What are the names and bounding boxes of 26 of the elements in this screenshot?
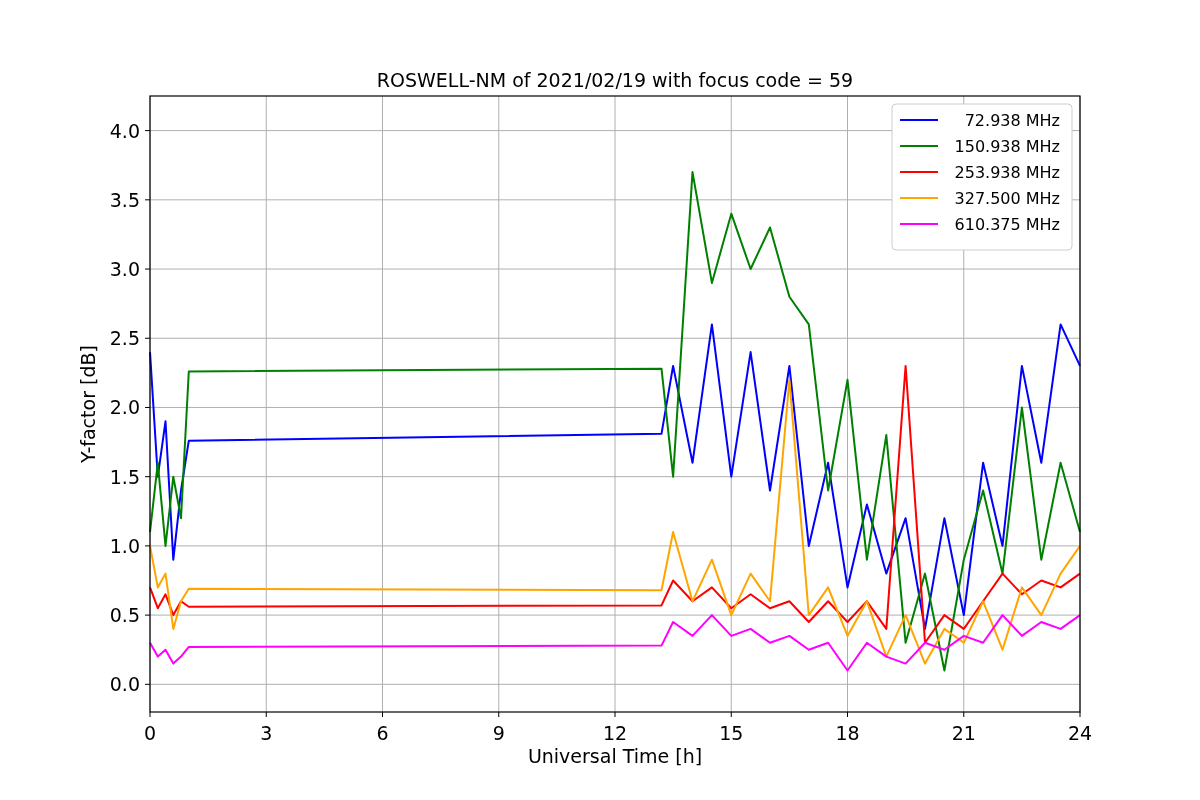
- tick-label: 0: [143, 722, 157, 744]
- tick-label: 1.5: [109, 465, 140, 488]
- tick-label: 18: [835, 722, 860, 744]
- legend-label: 327.500 MHz: [954, 189, 1060, 208]
- legend-label: 150.938 MHz: [954, 137, 1060, 156]
- tick-label: 3: [260, 722, 273, 744]
- axis-label: Y-factor [dB]: [77, 345, 99, 463]
- tick-label: 2.5: [109, 327, 140, 350]
- tick-label: 21: [951, 722, 976, 744]
- legend-label: 610.375 MHz: [954, 215, 1060, 234]
- tick-label: 0.5: [109, 604, 140, 627]
- legend-label: 253.938 MHz: [954, 163, 1060, 182]
- tick-label: 0.0: [109, 673, 140, 696]
- tick-label: 15: [719, 722, 744, 744]
- tick-label: 2.0: [109, 396, 140, 419]
- tick-label: 3.0: [109, 258, 140, 281]
- tick-label: 6: [376, 722, 389, 744]
- tick-label: 1.0: [109, 534, 140, 557]
- tick-label: 9: [492, 722, 505, 744]
- tick-label: 3.5: [109, 188, 140, 211]
- tick-label: 4.0: [109, 119, 140, 142]
- chart-title: ROSWELL-NM of 2021/02/19 with focus code = 59: [376, 69, 854, 91]
- axis-label: Universal Time [h]: [527, 745, 703, 767]
- tick-label: 12: [602, 722, 628, 744]
- legend-label: 72.938 MHz: [964, 111, 1060, 130]
- tick-label: 24: [1067, 722, 1093, 744]
